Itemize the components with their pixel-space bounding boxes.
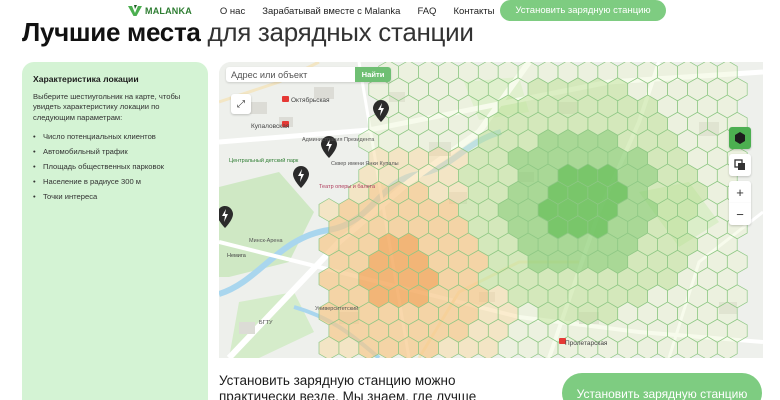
map-label-square: Сквер имени Янки Купалы [331, 161, 399, 167]
map-label-administration: Администрация Президента [302, 137, 375, 143]
nav-link-faq[interactable]: FAQ [417, 6, 436, 17]
map-label-proletarskaya: Пролетарская [565, 340, 608, 347]
page: MALANKA О нас Зарабатывай вместе с Malan… [0, 0, 780, 400]
bottom-text: Установить зарядную станцию можно практи… [219, 373, 477, 400]
parameter-item: Площадь общественных парковок [33, 162, 197, 172]
address-search-input[interactable] [226, 69, 351, 80]
nav-link-contacts[interactable]: Контакты [453, 6, 494, 17]
parameter-list: Число потенциальных клиентов Автомобильн… [33, 132, 197, 202]
panel-description: Выберите шестиугольник на карте, чтобы у… [33, 92, 181, 122]
hex-map[interactable]: Октябрьская Купаловская Администрация Пр… [219, 62, 763, 358]
nav-link-about[interactable]: О нас [220, 6, 245, 17]
fullscreen-button[interactable]: ⤢ [231, 94, 251, 114]
zoom-out-button[interactable]: − [729, 203, 751, 225]
panel-title: Характеристика локации [33, 74, 139, 84]
page-title-light: для зарядных станции [207, 17, 474, 47]
find-button[interactable]: Найти [355, 67, 391, 82]
page-title: Лучшие места для зарядных станции [22, 17, 474, 48]
bottom-install-button[interactable]: Установить зарядную станцию [562, 373, 762, 400]
map-label-bgtu: БГТУ [259, 320, 273, 326]
logo[interactable]: MALANKA [128, 5, 192, 17]
logo-icon [128, 5, 142, 16]
plus-icon: + [736, 184, 744, 200]
location-info-panel: Характеристика локации Выберите шестиуго… [22, 62, 208, 400]
map-label-university: Университетский [315, 305, 358, 312]
map-label-arena: Минск-Арена [249, 238, 284, 244]
expand-icon: ⤢ [237, 98, 245, 110]
address-search: Найти [226, 67, 391, 82]
nav-link-partner[interactable]: Зарабатывай вместе с Malanka [262, 6, 400, 17]
map-label-theatre: Театр оперы и балета [319, 184, 376, 190]
nav-menu: О нас Зарабатывай вместе с Malanka FAQ К… [220, 6, 512, 17]
parameter-item: Точки интереса [33, 192, 197, 202]
logo-text: MALANKA [145, 6, 192, 16]
page-title-bold: Лучшие места [22, 17, 201, 47]
map-label-oktyabrskaya: Октябрьская [291, 96, 330, 104]
layers-icon [734, 159, 745, 170]
map-label-park: Центральный детский парк [229, 157, 299, 164]
parameter-item: Число потенциальных клиентов [33, 132, 197, 142]
hexagon-icon [735, 132, 745, 144]
hex-layer-toggle[interactable] [729, 127, 751, 149]
parameter-item: Население в радиусе 300 м [33, 177, 197, 187]
parameter-item: Автомобильный трафик [33, 147, 197, 157]
map-label-kupalovskaya: Купаловская [251, 123, 290, 130]
layers-button[interactable] [729, 154, 751, 176]
map-base[interactable]: Октябрьская Купаловская Администрация Пр… [219, 62, 763, 358]
map-label-nemiga: Немига [227, 253, 247, 259]
zoom-in-button[interactable]: + [729, 181, 751, 203]
minus-icon: − [736, 206, 744, 222]
header-install-button[interactable]: Установить зарядную станцию [500, 0, 666, 21]
